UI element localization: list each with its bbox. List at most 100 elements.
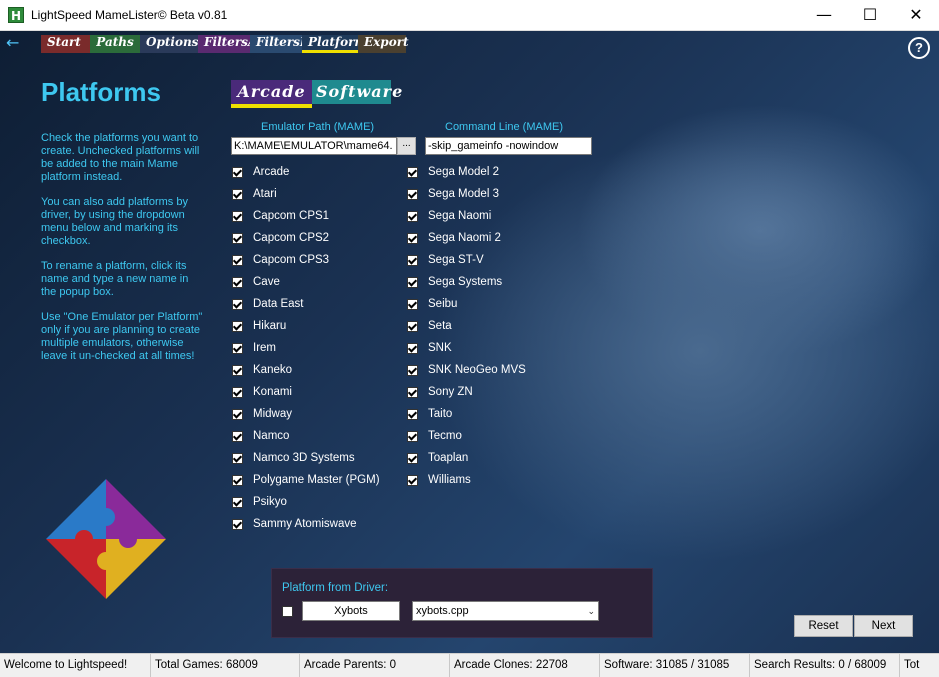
platform-item[interactable]: Midway <box>232 403 380 425</box>
platform-label[interactable]: Sega ST-V <box>428 254 484 266</box>
next-button[interactable]: Next <box>854 615 913 637</box>
platform-label[interactable]: Konami <box>253 386 292 398</box>
platform-label[interactable]: Seibu <box>428 298 457 310</box>
checkbox[interactable] <box>407 430 418 442</box>
checkbox[interactable] <box>407 408 418 420</box>
close-button[interactable]: ✕ <box>893 0 939 30</box>
tab-options[interactable]: Options <box>140 35 198 53</box>
platform-label[interactable]: Sammy Atomiswave <box>253 518 357 530</box>
driver-checkbox[interactable] <box>282 606 293 617</box>
platform-item[interactable]: Sega Model 2 <box>407 161 526 183</box>
platform-item[interactable]: Sega Model 3 <box>407 183 526 205</box>
reset-button[interactable]: Reset <box>794 615 853 637</box>
tab-export[interactable]: Export <box>358 35 409 53</box>
checkbox[interactable] <box>407 188 418 200</box>
command-line-input[interactable]: -skip_gameinfo -nowindow <box>425 137 592 155</box>
checkbox[interactable] <box>232 210 243 222</box>
checkbox[interactable] <box>407 320 418 332</box>
platform-label[interactable]: Polygame Master (PGM) <box>253 474 380 486</box>
platform-label[interactable]: Arcade <box>253 166 289 178</box>
checkbox[interactable] <box>232 408 243 420</box>
platform-item[interactable]: Irem <box>232 337 380 359</box>
tab-filtersb[interactable]: FiltersB <box>250 35 310 53</box>
checkbox[interactable] <box>407 342 418 354</box>
checkbox[interactable] <box>232 518 243 530</box>
platform-item[interactable]: Toaplan <box>407 447 526 469</box>
checkbox[interactable] <box>232 496 243 508</box>
platform-label[interactable]: Psikyo <box>253 496 287 508</box>
subtab-arcade[interactable]: Arcade <box>231 80 312 108</box>
platform-item[interactable]: Sony ZN <box>407 381 526 403</box>
platform-label[interactable]: Irem <box>253 342 276 354</box>
platform-label[interactable]: Sega Model 2 <box>428 166 499 178</box>
driver-name-input[interactable]: Xybots <box>302 601 400 621</box>
platform-item[interactable]: Sega Systems <box>407 271 526 293</box>
platform-label[interactable]: Midway <box>253 408 292 420</box>
checkbox[interactable] <box>407 210 418 222</box>
checkbox[interactable] <box>407 166 418 178</box>
platform-item[interactable]: Capcom CPS1 <box>232 205 380 227</box>
checkbox[interactable] <box>232 452 243 464</box>
platform-item[interactable]: Sega Naomi 2 <box>407 227 526 249</box>
platform-item[interactable]: Sega ST-V <box>407 249 526 271</box>
platform-item[interactable]: Atari <box>232 183 380 205</box>
back-arrow-icon[interactable]: ← <box>6 33 19 52</box>
platform-item[interactable]: Seta <box>407 315 526 337</box>
platform-label[interactable]: Capcom CPS3 <box>253 254 329 266</box>
platform-label[interactable]: Williams <box>428 474 471 486</box>
emulator-path-input[interactable]: K:\MAME\EMULATOR\mame64. <box>231 137 397 155</box>
platform-label[interactable]: SNK <box>428 342 452 354</box>
platform-item[interactable]: Konami <box>232 381 380 403</box>
checkbox[interactable] <box>232 364 243 376</box>
platform-item[interactable]: Capcom CPS2 <box>232 227 380 249</box>
tab-filtersa[interactable]: FiltersA <box>198 35 257 53</box>
checkbox[interactable] <box>232 342 243 354</box>
checkbox[interactable] <box>407 276 418 288</box>
platform-label[interactable]: Seta <box>428 320 452 332</box>
platform-item[interactable]: Cave <box>232 271 380 293</box>
checkbox[interactable] <box>407 364 418 376</box>
platform-item[interactable]: Namco <box>232 425 380 447</box>
driver-dropdown[interactable]: xybots.cpp ⌄ <box>412 601 599 621</box>
platform-label[interactable]: Sega Naomi 2 <box>428 232 501 244</box>
platform-label[interactable]: Capcom CPS2 <box>253 232 329 244</box>
platform-item[interactable]: Kaneko <box>232 359 380 381</box>
platform-item[interactable]: Capcom CPS3 <box>232 249 380 271</box>
maximize-button[interactable]: ☐ <box>847 0 893 30</box>
platform-label[interactable]: Tecmo <box>428 430 462 442</box>
tab-start[interactable]: Start <box>41 35 90 53</box>
minimize-button[interactable]: — <box>801 0 847 30</box>
platform-item[interactable]: Arcade <box>232 161 380 183</box>
platform-item[interactable]: Sega Naomi <box>407 205 526 227</box>
platform-item[interactable]: Psikyo <box>232 491 380 513</box>
platform-label[interactable]: Sega Model 3 <box>428 188 499 200</box>
platform-label[interactable]: Data East <box>253 298 304 310</box>
checkbox[interactable] <box>407 474 418 486</box>
platform-item[interactable]: Data East <box>232 293 380 315</box>
checkbox[interactable] <box>407 254 418 266</box>
checkbox[interactable] <box>232 386 243 398</box>
checkbox[interactable] <box>407 452 418 464</box>
platform-label[interactable]: Capcom CPS1 <box>253 210 329 222</box>
platform-label[interactable]: Namco <box>253 430 289 442</box>
platform-label[interactable]: Namco 3D Systems <box>253 452 355 464</box>
checkbox[interactable] <box>232 254 243 266</box>
help-icon[interactable]: ? <box>908 37 930 59</box>
checkbox[interactable] <box>232 188 243 200</box>
checkbox[interactable] <box>407 232 418 244</box>
platform-label[interactable]: SNK NeoGeo MVS <box>428 364 526 376</box>
checkbox[interactable] <box>232 232 243 244</box>
platform-item[interactable]: SNK NeoGeo MVS <box>407 359 526 381</box>
platform-label[interactable]: Sega Systems <box>428 276 502 288</box>
platform-label[interactable]: Atari <box>253 188 277 200</box>
platform-label[interactable]: Toaplan <box>428 452 468 464</box>
platform-label[interactable]: Cave <box>253 276 280 288</box>
checkbox[interactable] <box>232 430 243 442</box>
checkbox[interactable] <box>407 298 418 310</box>
platform-item[interactable]: Williams <box>407 469 526 491</box>
platform-item[interactable]: Polygame Master (PGM) <box>232 469 380 491</box>
browse-button[interactable]: ... <box>397 137 416 155</box>
platform-label[interactable]: Sony ZN <box>428 386 473 398</box>
platform-label[interactable]: Hikaru <box>253 320 286 332</box>
subtab-software[interactable]: Software <box>312 80 402 104</box>
